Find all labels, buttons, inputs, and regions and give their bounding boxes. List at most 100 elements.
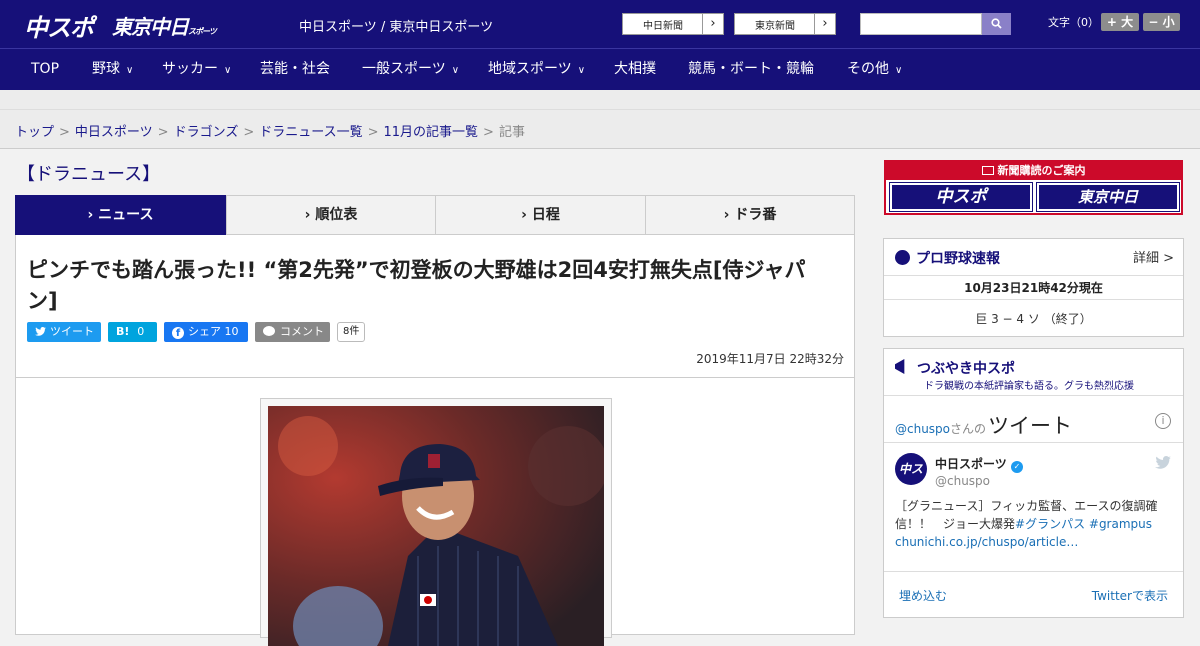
nav-item-label: 競馬・ボート・競輪	[688, 61, 814, 77]
nav-item-sumo[interactable]: 大相撲	[614, 49, 656, 91]
tweet-account-handle[interactable]: @chuspo	[935, 474, 990, 488]
tweet-button[interactable]: ツイート	[27, 322, 101, 342]
nav-item-top[interactable]: TOP	[31, 49, 59, 91]
chevron-down-icon: ∨	[451, 65, 460, 76]
speech-bubble-icon	[263, 326, 275, 336]
nav-item-local-sports[interactable]: 地域スポーツ ∨	[488, 49, 585, 91]
tweet-link[interactable]: chunichi.co.jp/chuspo/article…	[895, 535, 1078, 549]
twitter-widget: つぶやき中スポ ドラ観戦の本紙評論家も語る。グラも熱烈応援 @chuspoさんの…	[883, 348, 1184, 618]
breadcrumb-chuspo[interactable]: 中日スポーツ	[75, 125, 153, 140]
chunichi-shimbun-button[interactable]: 中日新聞 ›	[622, 13, 724, 35]
baseball-score[interactable]: 巨 3 − 4 ソ （終了）	[884, 310, 1183, 327]
nav-item-entertainment[interactable]: 芸能・社会	[260, 49, 330, 91]
subscribe-banner[interactable]: 新聞購読のご案内 中スポ 東京中日	[884, 160, 1183, 215]
font-size-label: 文字（0）	[1048, 16, 1099, 29]
baseball-live-title-text: プロ野球速報	[916, 251, 1000, 267]
hatena-count: 0	[137, 325, 145, 338]
spacer-bar	[0, 90, 1200, 110]
breadcrumb-separator: >	[367, 125, 379, 140]
breadcrumb: トップ > 中日スポーツ > ドラゴンズ > ドラニュース一覧 >11月の記事一覧 > 記事	[15, 121, 525, 140]
tab-standings[interactable]: › 順位表	[226, 195, 436, 235]
megaphone-icon	[895, 359, 905, 374]
tweet-label: ツイート	[50, 325, 94, 338]
twitter-bird-icon[interactable]	[1155, 456, 1171, 469]
site-link[interactable]: 中日スポーツ / 東京中日スポーツ	[299, 16, 493, 35]
nav-item-general-sports[interactable]: 一般スポーツ ∨	[362, 49, 459, 91]
section-title: 【ドラニュース】	[17, 164, 161, 185]
breadcrumb-current: 記事	[498, 125, 525, 140]
avatar[interactable]: 中スポ	[895, 453, 927, 508]
subscribe-title-text: 新聞購読のご案内	[997, 164, 1086, 177]
baseball-live-widget: プロ野球速報 詳細 > 10月23日21時42分現在 巨 3 − 4 ソ （終了…	[883, 238, 1184, 337]
embed-link[interactable]: 埋め込む	[899, 587, 947, 604]
breadcrumb-dragons[interactable]: ドラゴンズ	[174, 125, 239, 140]
timeline-header-title: ツイート	[988, 414, 1073, 438]
search-icon	[991, 18, 1002, 29]
nav-item-label: 一般スポーツ	[362, 61, 446, 77]
facebook-count: 10	[224, 325, 239, 338]
subscribe-chuspo-logo[interactable]: 中スポ	[889, 182, 1033, 212]
tweet-account-name-text: 中日スポーツ	[935, 457, 1007, 471]
search-button[interactable]	[982, 13, 1011, 35]
facebook-icon: f	[172, 327, 184, 339]
nav-item-label: その他	[847, 61, 889, 77]
tab-doraban[interactable]: › ドラ番	[645, 195, 855, 235]
divider	[884, 395, 1183, 396]
chunichi-shimbun-label: 中日新聞	[643, 21, 683, 32]
section-tabs: › ニュース › 順位表 › 日程 › ドラ番	[15, 195, 855, 242]
nav-item-label: サッカー	[162, 61, 218, 77]
tokyo-chunichi-logo[interactable]: 東京中日スポーツ	[112, 11, 217, 40]
chuspo-logo[interactable]: 中スポ	[24, 8, 94, 43]
facebook-share-button[interactable]: f シェア 10	[164, 322, 248, 342]
player-photo-illustration	[268, 406, 604, 646]
subscribe-tokyo-logo[interactable]: 東京中日	[1036, 182, 1180, 212]
timeline-handle-link[interactable]: @chuspo	[895, 422, 950, 436]
article-photo-frame	[260, 398, 612, 646]
search-input[interactable]	[860, 13, 982, 35]
article-photo[interactable]	[268, 406, 604, 646]
facebook-share-label: シェア	[188, 325, 221, 338]
hatena-bookmark-button[interactable]: B! 0	[108, 322, 157, 342]
font-bigger-button[interactable]: + 大	[1101, 13, 1139, 31]
tab-label: ニュース	[98, 207, 154, 223]
nav-item-baseball[interactable]: 野球 ∨	[92, 49, 133, 91]
verified-badge-icon: ✓	[1010, 461, 1023, 473]
breadcrumb-dora-news-list[interactable]: ドラニュース一覧	[259, 125, 362, 140]
breadcrumb-november-list[interactable]: 11月の記事一覧	[384, 125, 479, 140]
breadcrumb-separator: >	[59, 125, 70, 140]
divider	[884, 571, 1183, 572]
nav-item-racing[interactable]: 競馬・ボート・競輪	[688, 49, 814, 91]
comment-label: コメント	[280, 325, 324, 338]
chevron-right-icon: ›	[702, 14, 723, 34]
nav-item-other[interactable]: その他 ∨	[847, 49, 902, 91]
baseball-as-of: 10月23日21時42分現在	[964, 281, 1103, 295]
tokyo-chunichi-logo-small: スポーツ	[188, 27, 217, 36]
twitter-widget-subtitle: ドラ観戦の本紙評論家も語る。グラも熱烈応援	[924, 381, 1134, 392]
publish-date: 2019年11月7日 22時32分	[696, 352, 844, 366]
comment-button[interactable]: コメント	[255, 322, 330, 342]
info-icon[interactable]: i	[1155, 413, 1171, 429]
breadcrumb-top[interactable]: トップ	[15, 125, 54, 140]
view-on-twitter-link[interactable]: Twitterで表示	[1092, 587, 1168, 604]
hatena-icon: B!	[116, 325, 130, 338]
article: ピンチでも踏ん張った!! “第2先発”で初登板の大野雄は2回4安打無失点[侍ジャ…	[15, 235, 855, 646]
tab-news[interactable]: › ニュース	[15, 195, 226, 242]
timeline-handle-suffix: さんの	[950, 422, 987, 436]
tweet-account-name[interactable]: 中日スポーツ ✓	[935, 455, 1023, 473]
nav-item-label: TOP	[31, 61, 60, 77]
tab-schedule[interactable]: › 日程	[435, 195, 646, 235]
baseball-icon	[895, 250, 910, 265]
comment-count[interactable]: 8件	[337, 322, 366, 342]
breadcrumb-separator: >	[157, 125, 169, 140]
subscribe-title: 新聞購読のご案内	[886, 162, 1181, 180]
tweet-hashtags[interactable]: #グランパス #grampus	[1015, 517, 1152, 531]
nav-item-soccer[interactable]: サッカー ∨	[162, 49, 231, 91]
tokyo-shimbun-label: 東京新聞	[755, 21, 795, 32]
divider	[884, 442, 1183, 443]
baseball-details-link[interactable]: 詳細 >	[1133, 247, 1174, 266]
global-nav: TOP 野球 ∨ サッカー ∨ 芸能・社会 一般スポーツ ∨ 地域スポーツ ∨ 大相撲 …	[0, 48, 1200, 90]
font-smaller-button[interactable]: − 小	[1143, 13, 1180, 31]
newspaper-icon	[981, 166, 994, 175]
divider	[884, 275, 1183, 276]
tokyo-shimbun-button[interactable]: 東京新聞 ›	[734, 13, 836, 35]
